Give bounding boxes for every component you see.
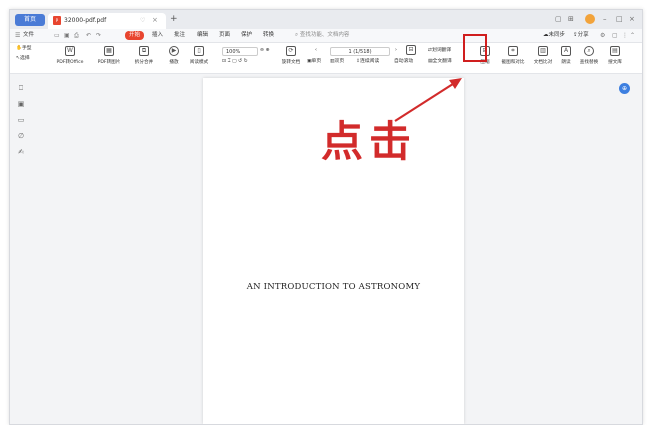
click-annotation: 点击 <box>321 117 418 166</box>
annotation-arrow <box>394 78 462 122</box>
